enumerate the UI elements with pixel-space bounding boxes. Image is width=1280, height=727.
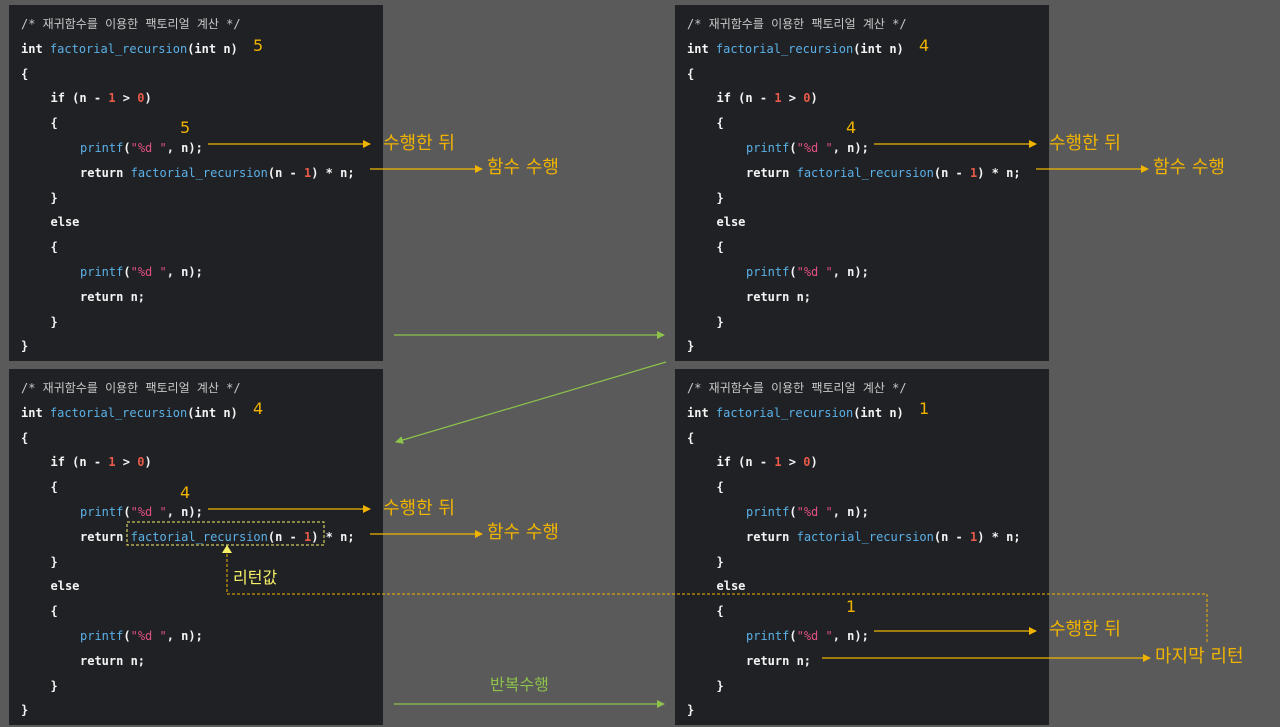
- arrows-overlay: [126, 140, 1208, 708]
- return-call-highlight-box: [126, 521, 325, 546]
- return-value-dashed-path: [226, 550, 1208, 642]
- arrow-flow-2-to-3: [395, 361, 667, 444]
